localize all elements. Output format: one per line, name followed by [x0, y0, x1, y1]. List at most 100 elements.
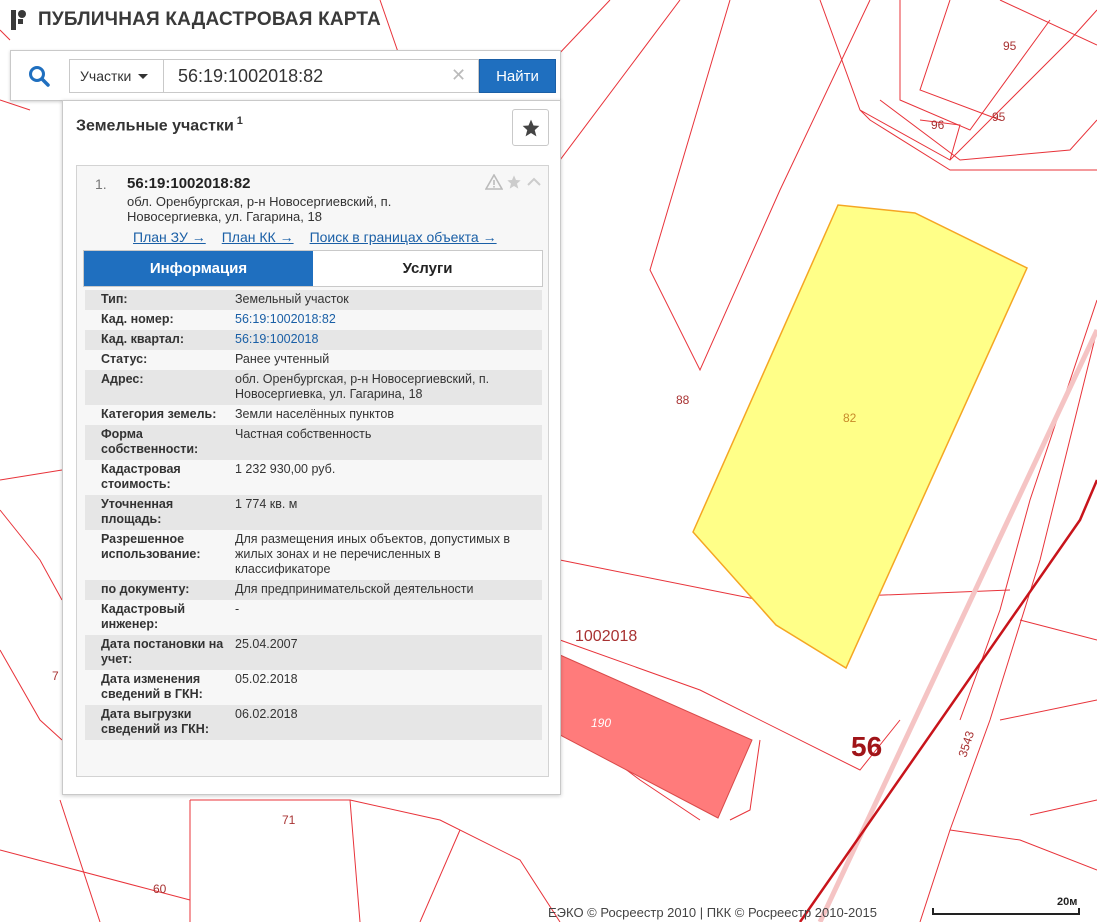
app-header: ПУБЛИЧНАЯ КАДАСТРОВАЯ КАРТА [10, 8, 381, 32]
find-button[interactable]: Найти [479, 59, 556, 93]
search-in-bounds-link[interactable]: Поиск в границах объекта → [310, 229, 497, 245]
parcel-boundary [349, 799, 561, 922]
parcel-label-3543: 3543 [956, 729, 978, 759]
info-row: Уточненная площадь: 1 774 кв. м [85, 495, 542, 530]
info-row: Дата постановки на учет: 25.04.2007 [85, 635, 542, 670]
card-tabs: Информация Услуги [83, 250, 543, 287]
result-address: обл. Оренбургская, р-н Новосергиевский, … [127, 194, 392, 224]
panel-title-text: Земельные участки [76, 117, 234, 135]
parcel-boundary [0, 29, 11, 41]
info-key: Категория земель: [101, 407, 217, 421]
info-value-link[interactable]: 56:19:1002018 [235, 330, 542, 350]
info-key: Дата выгрузки сведений из ГКН: [101, 707, 209, 736]
clear-icon[interactable]: ✕ [451, 65, 466, 85]
chevron-up-icon[interactable] [525, 174, 543, 190]
tab-information[interactable]: Информация [84, 251, 313, 286]
info-row: Форма собственности: Частная собственност… [85, 425, 542, 460]
parcel-boundary [949, 829, 1097, 871]
warning-icon[interactable] [485, 174, 503, 190]
star-icon [522, 119, 539, 136]
search-bar: Участки ✕ Найти [10, 50, 561, 101]
info-row: Кад. квартал: 56:19:1002018 [85, 330, 542, 350]
plan-kk-link[interactable]: План КК → [222, 229, 294, 245]
info-key: Тип: [101, 292, 128, 306]
parcel-label-60: 60 [153, 882, 167, 896]
info-table: Тип: Земельный участок Кад. номер: 56:19:10… [85, 290, 542, 740]
info-row: Категория земель: Земли населённых пункто… [85, 405, 542, 425]
parcel-boundary [59, 799, 101, 922]
info-key: Уточненная площадь: [101, 497, 174, 526]
parcel-boundary [190, 799, 361, 922]
info-value-link[interactable]: 56:19:1002018:82 [235, 310, 542, 330]
parcel-label-95b: 95 [992, 110, 1006, 124]
info-row: Статус: Ранее учтенный [85, 350, 542, 370]
search-type-dropdown[interactable]: Участки [69, 59, 164, 93]
info-value: 05.02.2018 [235, 672, 298, 686]
info-value: Частная собственность [235, 427, 372, 441]
search-type-label: Участки [80, 68, 132, 84]
parcel-label-88: 88 [676, 393, 690, 407]
scale-label: 20м [1057, 896, 1078, 908]
info-value: 25.04.2007 [235, 637, 298, 651]
parcel-boundary [999, 699, 1097, 721]
parcel-label-82: 82 [843, 411, 857, 425]
scale-bar [932, 908, 1080, 915]
info-value: 1 232 930,00 руб. [235, 462, 336, 476]
parcel-label-96: 96 [931, 118, 945, 132]
info-key: по документу: [101, 582, 190, 596]
parcel-label-7: 7 [52, 669, 59, 683]
tab-services[interactable]: Услуги [313, 251, 542, 286]
parcel-boundary [0, 99, 31, 111]
result-cad-number[interactable]: 56:19:1002018:82 [127, 175, 250, 192]
info-key: Кадастровый инженер: [101, 602, 186, 631]
search-input[interactable] [163, 59, 479, 93]
info-value: обл. Оренбургская, р-н Новосергиевский, … [235, 372, 490, 401]
result-card: 1. 56:19:1002018:82 обл. Оренбургская, р… [76, 165, 549, 777]
parcel-boundary [0, 469, 63, 481]
info-key: Кад. номер: [101, 312, 174, 326]
card-links: План ЗУ → План КК → Поиск в границах объ… [133, 229, 497, 245]
info-value: Земельный участок [235, 292, 349, 306]
info-row: по документу: Для предпринимательской дея… [85, 580, 542, 600]
info-value: Для предпринимательской деятельности [235, 582, 474, 596]
info-row: Кадастровая стоимость: 1 232 930,00 руб. [85, 460, 542, 495]
parcel-boundary [919, 0, 1001, 121]
parcel-boundary [879, 99, 1097, 161]
panel-title: Земельные участки 1 [76, 115, 243, 135]
info-row: Кадастровый инженер: - [85, 600, 542, 635]
info-key: Дата изменения сведений в ГКН: [101, 672, 203, 701]
info-value: Ранее учтенный [235, 352, 330, 366]
chevron-down-icon [138, 73, 149, 79]
app-title: ПУБЛИЧНАЯ КАДАСТРОВАЯ КАРТА [38, 9, 381, 30]
info-value: 06.02.2018 [235, 707, 298, 721]
info-key: Разрешенное использование: [101, 532, 201, 561]
info-key: Адрес: [101, 372, 144, 386]
result-count: 1 [236, 115, 243, 127]
parcel-boundary [0, 509, 63, 601]
info-key: Кадастровая стоимость: [101, 462, 181, 491]
parcel-boundary [419, 829, 461, 922]
star-icon[interactable] [505, 174, 523, 190]
card-actions [485, 174, 543, 190]
plan-zu-link[interactable]: План ЗУ → [133, 229, 206, 245]
map-attribution: ЕЭКО © Росреестр 2010 | ПКК © Росреестр … [548, 905, 877, 920]
favorites-button[interactable] [512, 109, 549, 146]
info-value: - [235, 602, 240, 616]
parcel-boundary [1019, 619, 1097, 641]
district-label: 56 [851, 731, 882, 762]
info-row: Разрешенное использование: Для размещения… [85, 530, 542, 580]
parcel-boundary [1029, 799, 1097, 816]
building-190[interactable] [559, 654, 753, 819]
parcel-label-95a: 95 [1003, 39, 1017, 53]
results-panel: Земельные участки 1 1. 56:19:1002018:82 о… [62, 100, 561, 795]
search-icon[interactable] [19, 60, 59, 92]
info-row: Дата изменения сведений в ГКН: 05.02.2018 [85, 670, 542, 705]
info-row: Дата выгрузки сведений из ГКН: 06.02.2018 [85, 705, 542, 740]
selected-parcel-82[interactable] [692, 204, 1028, 670]
result-index: 1. [95, 176, 107, 192]
info-key: Статус: [101, 352, 148, 366]
rosreestr-logo-icon [11, 10, 26, 30]
info-key: Форма собственности: [101, 427, 199, 456]
parcel-boundary [0, 649, 63, 741]
info-value: Земли населённых пунктов [235, 407, 394, 421]
